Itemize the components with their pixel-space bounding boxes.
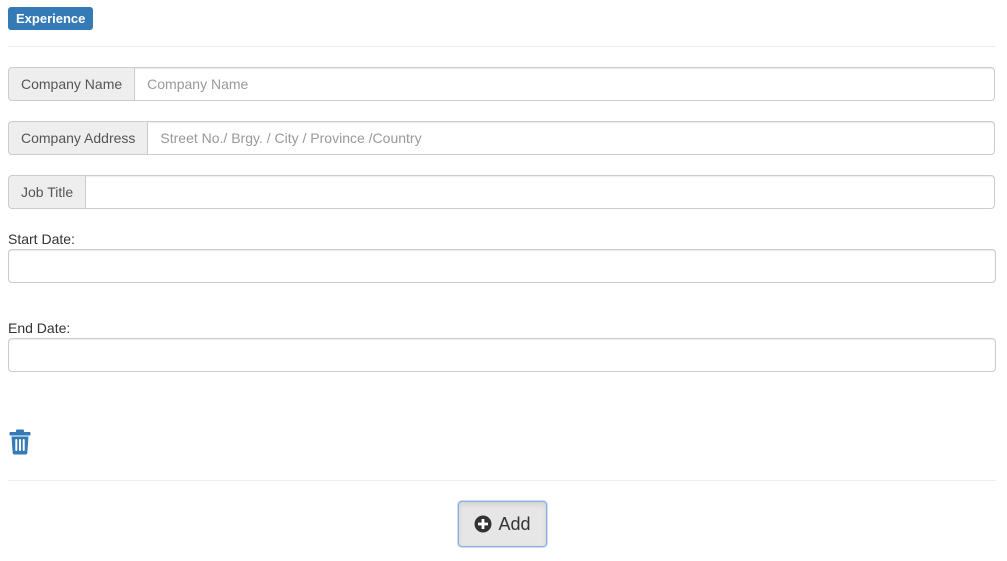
add-button[interactable]: Add <box>458 501 547 547</box>
divider-bottom <box>8 480 996 481</box>
company-address-addon: Company Address <box>8 121 148 155</box>
add-button-label: Add <box>498 513 531 534</box>
company-name-input[interactable] <box>134 67 995 101</box>
plus-circle-icon <box>474 515 492 533</box>
job-title-input[interactable] <box>85 175 995 209</box>
company-address-input[interactable] <box>147 121 995 155</box>
company-address-group: Company Address <box>8 121 995 155</box>
job-title-addon: Job Title <box>8 175 86 209</box>
end-date-label: End Date: <box>8 320 71 336</box>
start-date-label: Start Date: <box>8 231 75 247</box>
company-name-group: Company Name <box>8 67 995 101</box>
company-name-addon: Company Name <box>8 67 135 101</box>
divider-top <box>8 46 996 47</box>
job-title-group: Job Title <box>8 175 995 209</box>
trash-icon[interactable] <box>9 429 31 455</box>
end-date-input[interactable] <box>8 338 996 372</box>
start-date-input[interactable] <box>8 249 996 283</box>
section-badge-experience: Experience <box>8 7 94 30</box>
